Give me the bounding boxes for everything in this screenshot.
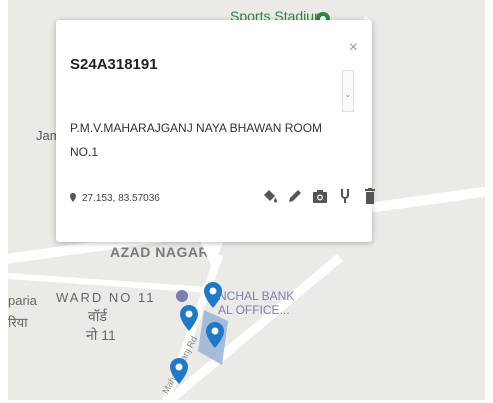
location-marker-pin[interactable] bbox=[180, 305, 198, 331]
map-label-riya: रिया bbox=[8, 315, 28, 330]
info-popup: × ⌄ S24A318191 P.M.V.MAHARAJGANJ NAYA BH… bbox=[56, 20, 375, 242]
popup-address: P.M.V.MAHARAJGANJ NAYA BHAWAN ROOM NO.1 bbox=[70, 121, 323, 159]
location-marker-pin-active[interactable] bbox=[204, 282, 222, 308]
coordinates-value: 27.153, 83.57036 bbox=[82, 193, 160, 204]
bank-poi-icon[interactable] bbox=[176, 290, 188, 302]
popup-coordinates: 27.153, 83.57036 bbox=[70, 193, 160, 204]
map-label-ward-hindi-number: नो 11 bbox=[86, 327, 116, 343]
popup-title: S24A318191 bbox=[70, 56, 158, 73]
location-marker-pin[interactable] bbox=[206, 322, 224, 348]
popup-actions bbox=[262, 188, 378, 204]
bank-label-line2: AL OFFICE... bbox=[218, 303, 290, 317]
tuning-fork-icon[interactable] bbox=[337, 188, 353, 204]
paint-bucket-icon[interactable] bbox=[262, 188, 278, 204]
pencil-icon[interactable] bbox=[287, 188, 303, 204]
map-label-azad-nagar: AZAD NAGAR bbox=[110, 244, 210, 260]
map-label-ward: WARD NO 11 bbox=[56, 290, 156, 305]
location-marker-pin[interactable] bbox=[170, 358, 188, 384]
map-label-paria: paria bbox=[8, 293, 37, 308]
map-label-bank[interactable]: NCHAL BANK AL OFFICE... bbox=[218, 289, 294, 317]
close-icon[interactable]: × bbox=[349, 40, 358, 56]
camera-icon[interactable] bbox=[312, 188, 328, 204]
location-pin-icon bbox=[70, 193, 76, 202]
popup-scrollbar[interactable]: ⌄ bbox=[342, 70, 354, 112]
chevron-down-icon[interactable]: ⌄ bbox=[344, 89, 352, 100]
trash-icon[interactable] bbox=[362, 188, 378, 204]
bank-label-line1: NCHAL BANK bbox=[218, 289, 295, 303]
popup-tail bbox=[200, 240, 224, 268]
map-label-ward-hindi: वॉर्ड bbox=[88, 308, 107, 324]
